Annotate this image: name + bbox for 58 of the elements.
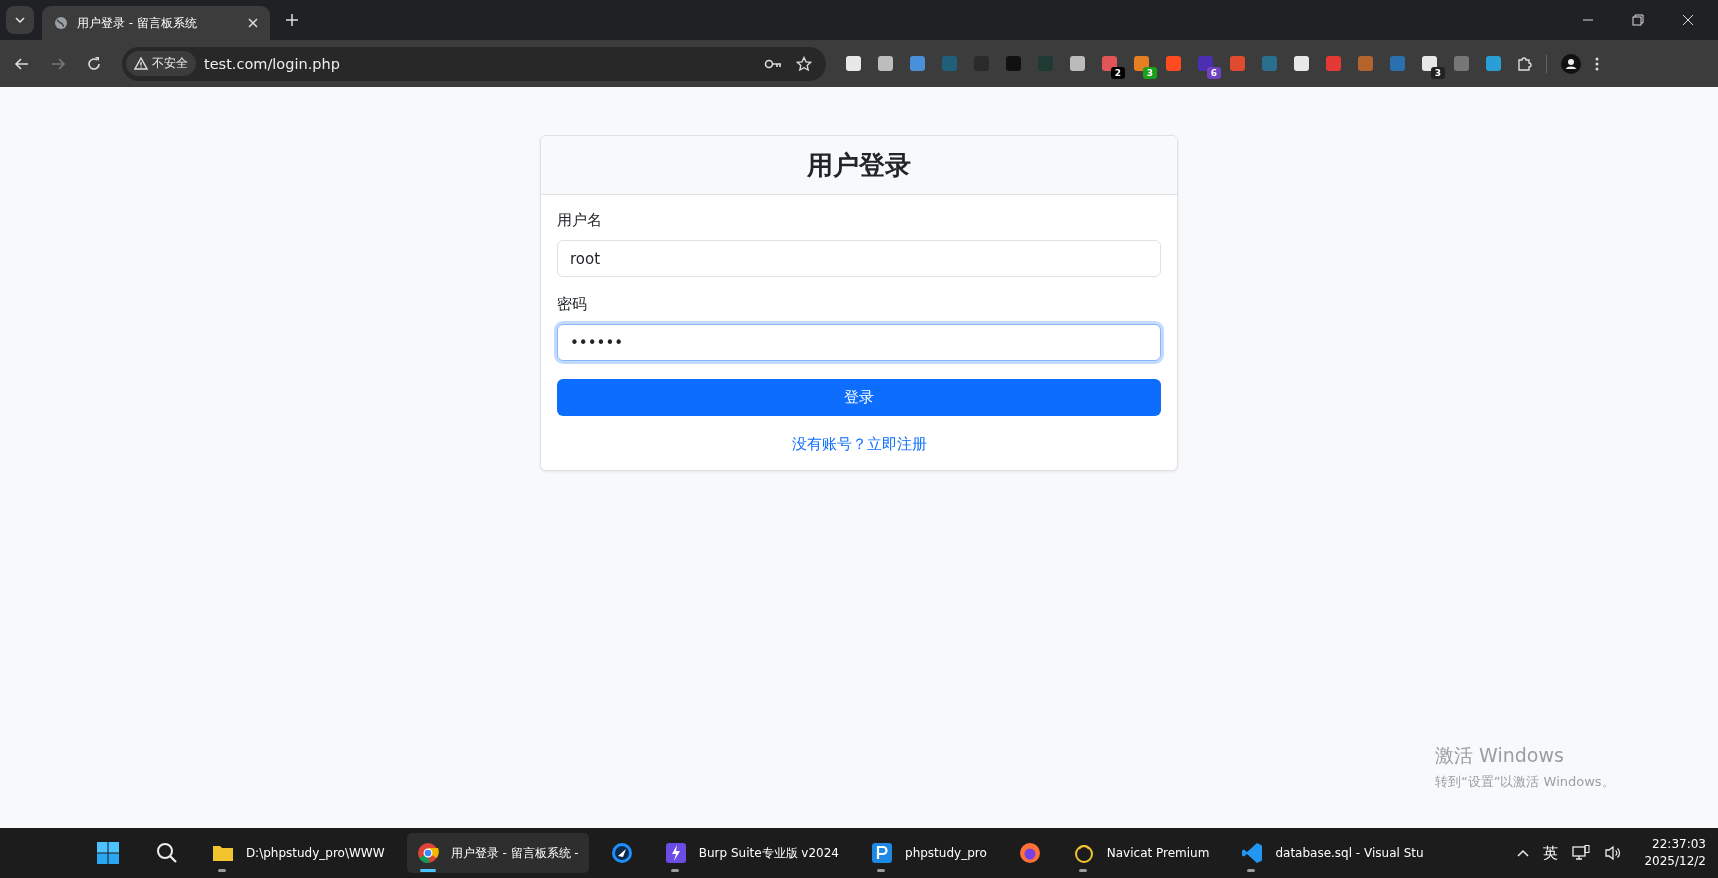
puzzle-icon[interactable]: [1516, 55, 1532, 72]
chevron-down-icon: [15, 17, 25, 23]
star-icon[interactable]: [796, 55, 812, 72]
extension-icon[interactable]: [1293, 56, 1309, 71]
taskbar-app[interactable]: 用户登录 - 留言板系统 -: [406, 833, 589, 873]
taskbar-app[interactable]: phpstudy_pro: [861, 833, 997, 873]
chrome-app-icon: [416, 842, 439, 864]
start-icon[interactable]: [95, 841, 120, 865]
php-app-icon: [871, 842, 893, 864]
username-field[interactable]: root: [557, 240, 1161, 277]
chevron-up-icon[interactable]: [1517, 849, 1530, 857]
volume-icon[interactable]: [1604, 845, 1623, 861]
count-badge: 6: [1207, 66, 1221, 79]
taskbar-app[interactable]: Burp Suite专业版 v2024: [654, 833, 849, 873]
burp-app-icon: [664, 842, 687, 864]
login-title: 用户登录: [807, 148, 911, 182]
address-bar[interactable]: 不安全 test.com/login.php: [122, 46, 826, 81]
input-method-indicator[interactable]: 英: [1543, 843, 1559, 863]
count-badge: 3: [1143, 66, 1157, 79]
new-tab-icon[interactable]: [286, 14, 298, 26]
activation-text: 转到“设置”以激活 Windows。: [1435, 773, 1615, 791]
vscode-app-icon: [1241, 842, 1264, 864]
taskbar-app[interactable]: database.sql - Visual Stu: [1231, 833, 1434, 873]
clock[interactable]: 22:37:03 2025/12/2: [1644, 836, 1706, 870]
activation-title: 激活 Windows: [1435, 743, 1565, 768]
extension-icon[interactable]: [1069, 56, 1085, 71]
search-icon[interactable]: [155, 842, 178, 864]
extension-icon[interactable]: [877, 56, 893, 71]
restore-icon[interactable]: [1632, 14, 1644, 26]
reload-icon[interactable]: [86, 55, 102, 72]
field-label: 密码: [557, 295, 588, 314]
password-field[interactable]: ••••••: [557, 324, 1161, 361]
extension-icon[interactable]: [1101, 56, 1117, 71]
close-window-icon[interactable]: [1682, 14, 1694, 26]
warning-icon: [134, 57, 148, 70]
bird-app-icon: [610, 842, 633, 864]
profile-avatar-icon[interactable]: [1561, 53, 1581, 74]
back-icon[interactable]: [14, 55, 30, 72]
more-menu-icon[interactable]: [1595, 55, 1599, 72]
close-icon[interactable]: [248, 18, 258, 28]
firefox-app-icon: [1018, 842, 1041, 864]
forward-icon[interactable]: [50, 55, 66, 72]
key-icon[interactable]: [764, 57, 782, 70]
browser-tab[interactable]: 用户登录 - 留言板系统: [42, 6, 270, 40]
extension-icon[interactable]: [1421, 56, 1437, 71]
register-link[interactable]: 没有账号？立即注册: [791, 435, 927, 454]
url-text: test.com/login.php: [204, 55, 340, 72]
count-badge: 2: [1111, 66, 1125, 79]
taskbar-app[interactable]: D:\phpstudy_pro\WWW: [201, 833, 395, 873]
extension-icon[interactable]: [845, 56, 861, 71]
security-chip[interactable]: 不安全: [126, 51, 196, 76]
taskbar-app[interactable]: Navicat Premium: [1062, 833, 1220, 873]
field-label: 用户名: [557, 211, 603, 230]
count-badge: 3: [1431, 66, 1445, 79]
tab-title: 用户登录 - 留言板系统: [77, 14, 198, 32]
network-icon[interactable]: [1572, 845, 1591, 861]
tab-list-button[interactable]: [6, 6, 34, 34]
login-button[interactable]: 登录: [557, 379, 1161, 416]
